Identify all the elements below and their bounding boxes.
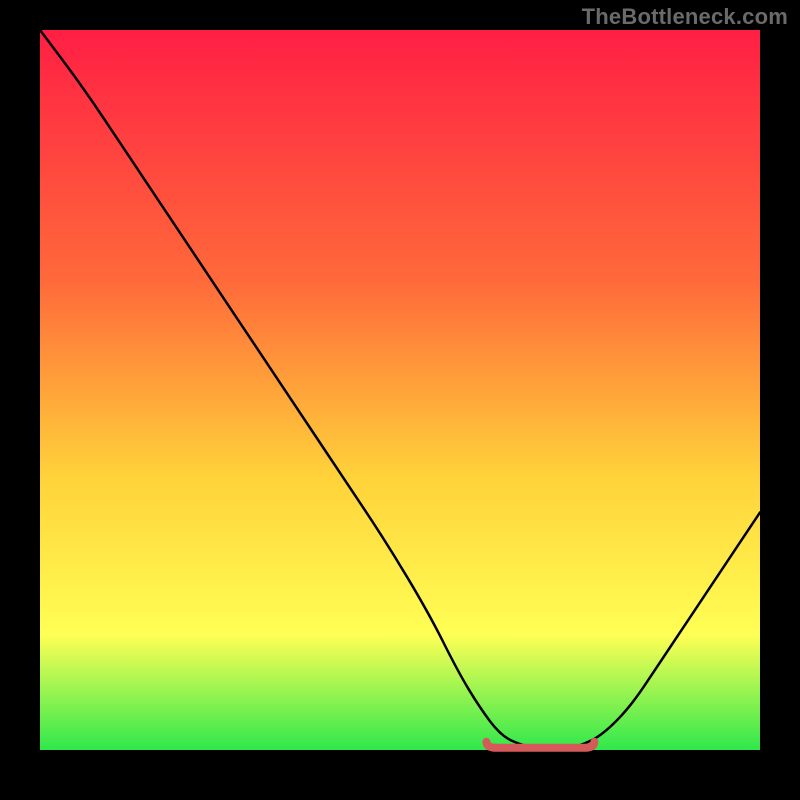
chart-frame: TheBottleneck.com bbox=[0, 0, 800, 800]
watermark-text: TheBottleneck.com bbox=[582, 4, 788, 30]
gradient-background bbox=[40, 30, 760, 750]
bottleneck-chart bbox=[0, 0, 800, 800]
